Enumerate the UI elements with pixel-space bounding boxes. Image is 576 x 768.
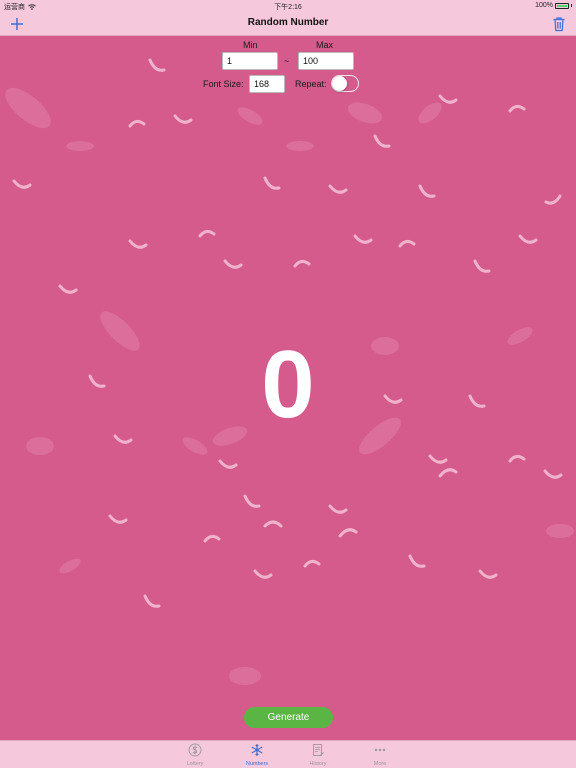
dollar-coin-icon (188, 743, 202, 757)
battery-icon (555, 2, 569, 9)
page-title: Random Number (247, 17, 329, 28)
tab-bar: Lottery Numbers History More (0, 740, 576, 768)
more-dots-icon (374, 748, 386, 752)
font-size-label: Font Size: (203, 79, 244, 89)
navigation-bar: Random Number (0, 12, 576, 36)
range-separator: ~ (284, 56, 290, 66)
tab-numbers[interactable]: Numbers (237, 743, 277, 767)
repeat-toggle-knob (332, 76, 347, 91)
battery-nub (571, 4, 572, 7)
history-doc-icon (313, 744, 324, 756)
tab-numbers-label: Numbers (245, 761, 269, 767)
tab-history-label: History (309, 761, 327, 767)
min-input[interactable]: 1 (222, 52, 278, 70)
trash-icon[interactable] (550, 15, 568, 33)
min-label: Min (243, 40, 258, 50)
max-label: Max (316, 40, 334, 50)
clock: 下午2:16 (274, 4, 302, 11)
battery-group: 100% (535, 2, 572, 9)
generate-button[interactable]: Generate (244, 707, 333, 728)
repeat-toggle[interactable] (331, 75, 359, 92)
tab-more[interactable]: More (360, 743, 400, 767)
result-number: 0 (261, 331, 315, 438)
tab-more-label: More (373, 761, 387, 767)
status-bar: 运营商 下午2:16 100% (0, 0, 576, 12)
battery-percent: 100% (535, 2, 553, 9)
tab-lottery-label: Lottery (186, 761, 204, 767)
tab-history[interactable]: History (298, 743, 338, 767)
snowflake-icon (251, 744, 263, 756)
max-input[interactable]: 100 (298, 52, 354, 70)
repeat-label: Repeat: (295, 79, 327, 89)
font-size-input[interactable]: 168 (249, 75, 285, 93)
tab-lottery[interactable]: Lottery (175, 743, 215, 767)
range-controls: Min Max 1 ~ 100 Font Size: 168 Repeat: (0, 36, 576, 96)
